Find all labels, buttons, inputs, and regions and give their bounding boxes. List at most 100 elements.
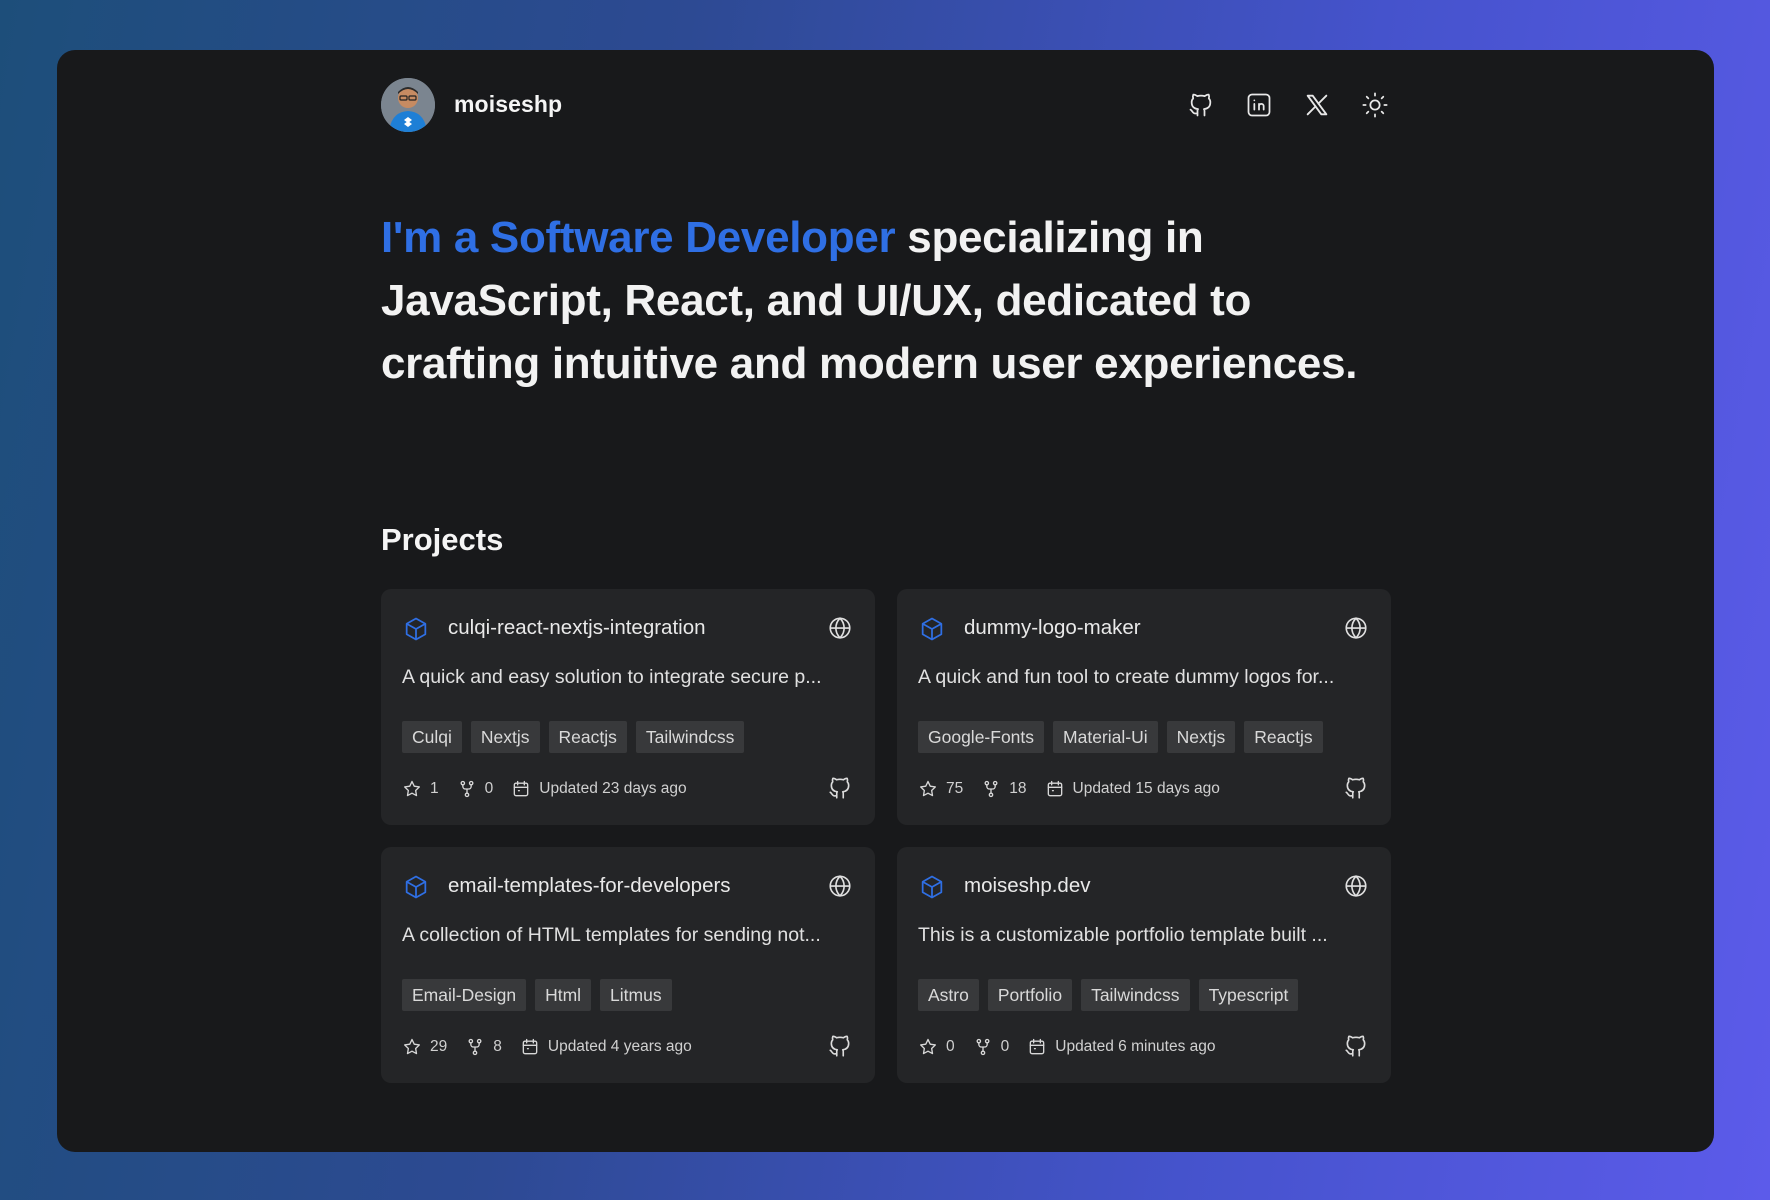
globe-icon[interactable]	[827, 873, 853, 899]
project-tag[interactable]: Google-Fonts	[918, 721, 1045, 753]
globe-icon[interactable]	[1343, 615, 1369, 641]
project-name[interactable]: culqi-react-nextjs-integration	[448, 616, 706, 640]
browser-frame: moiseshp I'm a Software Developer specia…	[57, 50, 1714, 1152]
calendar-icon	[513, 780, 529, 797]
github-icon[interactable]	[1183, 87, 1219, 123]
star-icon	[920, 780, 936, 797]
forks-stat: 18	[981, 779, 1027, 799]
globe-icon[interactable]	[827, 615, 853, 641]
project-tag[interactable]: Material-Ui	[1053, 721, 1158, 753]
fork-icon	[468, 1038, 482, 1056]
project-tags: Astro Portfolio Tailwindcss Typescript	[918, 979, 1299, 1011]
forks-count: 8	[493, 1038, 502, 1055]
project-name[interactable]: email-templates-for-developers	[448, 874, 731, 898]
project-tag[interactable]: Nextjs	[470, 721, 540, 753]
updated-stat: Updated 15 days ago	[1045, 779, 1220, 799]
hero-accent: I'm a Software Developer	[381, 213, 896, 262]
project-tag[interactable]: Typescript	[1198, 979, 1299, 1011]
forks-stat: 0	[973, 1037, 1010, 1057]
project-tags: Culqi Nextjs Reactjs Tailwindcss	[402, 721, 745, 753]
project-card-header: culqi-react-nextjs-integration	[402, 613, 853, 643]
project-tag[interactable]: Reactjs	[548, 721, 627, 753]
cube-icon	[918, 873, 946, 901]
project-tags: Email-Design Html Litmus	[402, 979, 672, 1011]
project-meta: 0 0 Updated 6 minutes ago	[918, 1035, 1369, 1059]
project-tag[interactable]: Portfolio	[987, 979, 1073, 1011]
project-meta: 29 8 Updated 4 years ago	[402, 1035, 853, 1059]
project-card-header: moiseshp.dev	[918, 871, 1369, 901]
fork-icon	[976, 1038, 990, 1056]
stars-count: 1	[430, 780, 439, 797]
project-tag[interactable]: Nextjs	[1166, 721, 1236, 753]
hero-headline: I'm a Software Developer specializing in…	[381, 206, 1393, 395]
stars-stat: 75	[918, 779, 963, 799]
project-tag[interactable]: Tailwindcss	[635, 721, 745, 753]
sun-icon[interactable]	[1357, 87, 1393, 123]
fork-icon	[460, 780, 474, 798]
globe-icon[interactable]	[1343, 873, 1369, 899]
project-description: A collection of HTML templates for sendi…	[402, 924, 821, 946]
project-description: A quick and fun tool to create dummy log…	[918, 666, 1335, 688]
updated-text: Updated 23 days ago	[539, 780, 687, 797]
project-card[interactable]: moiseshp.dev This is a customizable port…	[897, 847, 1391, 1083]
forks-stat: 0	[457, 779, 494, 799]
site-username[interactable]: moiseshp	[454, 91, 562, 118]
updated-text: Updated 6 minutes ago	[1055, 1038, 1216, 1055]
project-name[interactable]: moiseshp.dev	[964, 874, 1090, 898]
cube-icon	[402, 873, 430, 901]
project-tag[interactable]: Html	[535, 979, 592, 1011]
calendar-icon	[1047, 780, 1062, 797]
github-icon[interactable]	[1343, 775, 1369, 801]
fork-icon	[984, 780, 998, 798]
project-tag[interactable]: Astro	[918, 979, 979, 1011]
updated-stat: Updated 6 minutes ago	[1027, 1037, 1216, 1057]
project-meta: 1 0 Updated 23 days ago	[402, 777, 853, 801]
star-icon	[920, 1038, 936, 1055]
project-card-header: dummy-logo-maker	[918, 613, 1369, 643]
calendar-icon	[1029, 1038, 1045, 1055]
github-icon[interactable]	[827, 775, 853, 801]
linkedin-icon[interactable]	[1241, 87, 1277, 123]
project-tag[interactable]: Litmus	[600, 979, 672, 1011]
github-icon[interactable]	[827, 1033, 853, 1059]
project-card[interactable]: dummy-logo-maker A quick and fun tool to…	[897, 589, 1391, 825]
projects-grid: culqi-react-nextjs-integration A quick a…	[381, 589, 1393, 1083]
stars-stat: 1	[402, 779, 439, 799]
project-description: A quick and easy solution to integrate s…	[402, 666, 822, 688]
updated-text: Updated 4 years ago	[547, 1038, 692, 1055]
project-tag[interactable]: Reactjs	[1244, 721, 1323, 753]
calendar-icon	[522, 1038, 538, 1055]
stars-count: 29	[430, 1038, 448, 1055]
stars-count: 0	[946, 1038, 955, 1055]
project-card[interactable]: email-templates-for-developers A collect…	[381, 847, 875, 1083]
updated-stat: Updated 23 days ago	[511, 779, 687, 799]
projects-title: Projects	[381, 522, 504, 557]
project-name[interactable]: dummy-logo-maker	[964, 616, 1141, 640]
project-card-header: email-templates-for-developers	[402, 871, 853, 901]
cube-icon	[402, 615, 430, 643]
star-icon	[404, 780, 420, 797]
project-meta: 75 18 Updated 15 days ago	[918, 777, 1369, 801]
github-icon[interactable]	[1343, 1033, 1369, 1059]
project-card[interactable]: culqi-react-nextjs-integration A quick a…	[381, 589, 875, 825]
star-icon	[404, 1038, 420, 1055]
project-tags: Google-Fonts Material-Ui Nextjs Reactjs	[918, 721, 1323, 753]
stars-stat: 29	[402, 1037, 447, 1057]
social-links	[1183, 87, 1393, 123]
updated-text: Updated 15 days ago	[1072, 780, 1220, 797]
cube-icon	[918, 615, 946, 643]
updated-stat: Updated 4 years ago	[520, 1037, 692, 1057]
project-tag[interactable]: Email-Design	[402, 979, 527, 1011]
project-tag[interactable]: Tailwindcss	[1081, 979, 1190, 1011]
site-header: moiseshp	[381, 78, 1393, 134]
stars-count: 75	[946, 780, 964, 797]
forks-count: 0	[1000, 1038, 1010, 1055]
avatar[interactable]	[381, 78, 435, 132]
forks-stat: 8	[465, 1037, 502, 1057]
project-tag[interactable]: Culqi	[402, 721, 462, 753]
forks-count: 0	[484, 780, 494, 797]
project-description: This is a customizable portfolio templat…	[918, 924, 1328, 946]
forks-count: 18	[1009, 780, 1027, 797]
stars-stat: 0	[918, 1037, 955, 1057]
x-icon[interactable]	[1299, 87, 1335, 123]
